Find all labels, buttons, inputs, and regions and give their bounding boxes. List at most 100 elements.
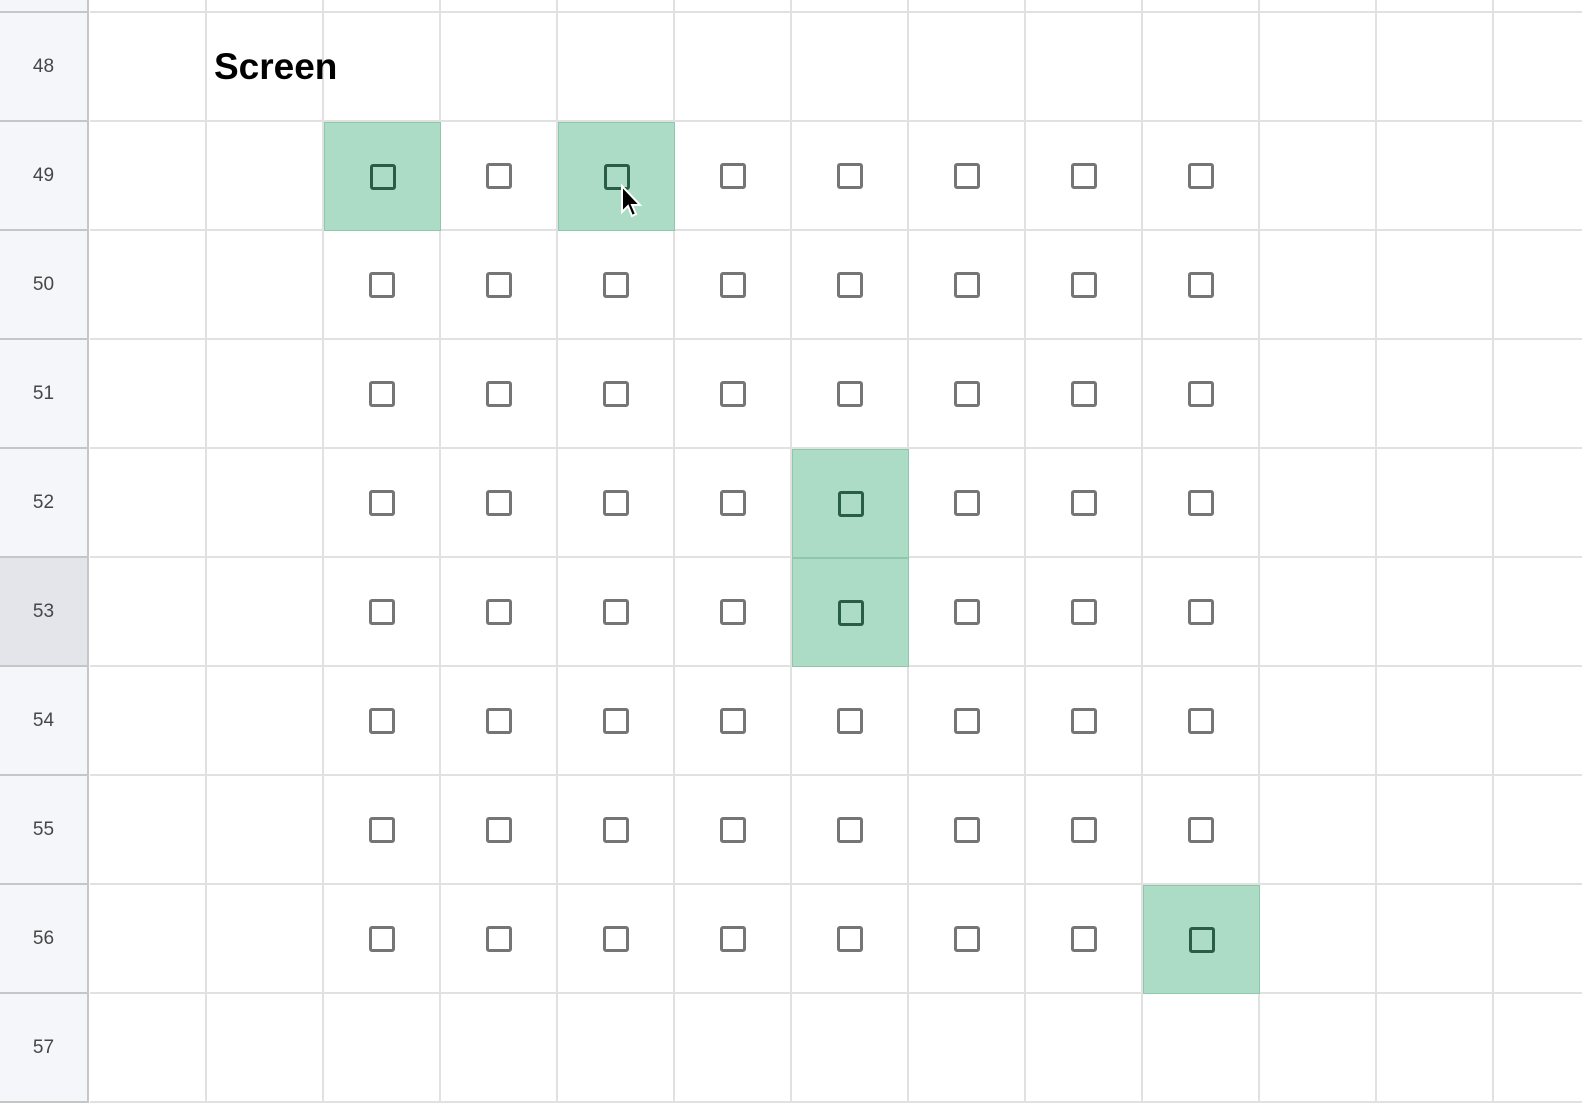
cell[interactable] [1494,0,1582,13]
checkbox[interactable] [1070,707,1097,734]
cell[interactable] [441,231,558,340]
checkbox[interactable] [836,707,863,734]
highlighted-cell[interactable] [324,122,441,231]
checkbox[interactable] [1070,925,1097,952]
cell[interactable] [909,231,1026,340]
cell[interactable] [1260,0,1377,13]
cell[interactable] [207,667,324,776]
checkbox[interactable] [836,816,863,843]
cell[interactable] [1026,994,1143,1103]
checkbox[interactable] [485,162,512,189]
checkbox[interactable] [953,816,980,843]
checkbox[interactable] [368,380,395,407]
highlighted-cell[interactable] [1143,885,1260,994]
cell[interactable] [1377,122,1494,231]
checkbox[interactable] [602,598,629,625]
cell[interactable] [792,231,909,340]
checkbox[interactable] [1187,489,1214,516]
cell[interactable] [1494,776,1582,885]
cell[interactable] [207,231,324,340]
cell[interactable] [558,340,675,449]
cell[interactable] [441,0,558,13]
cell[interactable] [909,667,1026,776]
cell[interactable] [1260,667,1377,776]
cell[interactable] [90,994,207,1103]
checkbox[interactable] [368,271,395,298]
checkbox[interactable] [1187,162,1214,189]
cell[interactable] [90,0,207,13]
cell[interactable] [441,667,558,776]
cell[interactable] [1143,994,1260,1103]
checkbox[interactable] [836,162,863,189]
cell[interactable] [90,449,207,558]
cell[interactable] [90,122,207,231]
highlighted-cell[interactable] [558,122,675,231]
cell[interactable] [1143,231,1260,340]
checkbox[interactable] [837,599,864,626]
row-header-53[interactable]: 53 [0,558,89,667]
highlighted-cell[interactable] [792,558,909,667]
cell[interactable] [1494,122,1582,231]
checkbox[interactable] [1070,598,1097,625]
checkbox[interactable] [953,489,980,516]
checkbox[interactable] [368,489,395,516]
cell[interactable] [909,558,1026,667]
checkbox[interactable] [602,489,629,516]
cell[interactable] [675,776,792,885]
cell[interactable] [1377,13,1494,122]
cell[interactable] [675,13,792,122]
cell[interactable] [1377,340,1494,449]
checkbox[interactable] [602,816,629,843]
cell[interactable] [324,231,441,340]
checkbox[interactable] [368,925,395,952]
cell[interactable] [90,558,207,667]
cell[interactable] [1377,885,1494,994]
cell[interactable] [441,340,558,449]
cell[interactable] [909,122,1026,231]
checkbox[interactable] [1187,380,1214,407]
checkbox[interactable] [953,380,980,407]
cell[interactable] [207,122,324,231]
cell[interactable] [1026,13,1143,122]
cell[interactable] [1143,558,1260,667]
cell[interactable] [90,776,207,885]
checkbox[interactable] [719,816,746,843]
cell[interactable] [558,13,675,122]
checkbox[interactable] [485,489,512,516]
row-header-55[interactable]: 55 [0,776,89,885]
cell[interactable] [1377,776,1494,885]
cell[interactable] [1260,231,1377,340]
cell[interactable] [909,340,1026,449]
cell[interactable] [324,776,441,885]
cell[interactable] [1026,558,1143,667]
cell[interactable] [207,776,324,885]
cell[interactable] [1143,0,1260,13]
cell[interactable] [1494,885,1582,994]
cell[interactable] [1494,449,1582,558]
cell[interactable] [1260,449,1377,558]
cell[interactable] [324,667,441,776]
cell[interactable] [792,0,909,13]
cell[interactable] [1494,13,1582,122]
cell[interactable] [441,449,558,558]
checkbox[interactable] [368,707,395,734]
cell[interactable] [324,885,441,994]
cell[interactable] [324,13,441,122]
checkbox[interactable] [602,707,629,734]
cell[interactable] [558,449,675,558]
cell[interactable] [1377,0,1494,13]
checkbox[interactable] [836,380,863,407]
checkbox[interactable] [719,707,746,734]
checkbox[interactable] [836,271,863,298]
cell[interactable] [792,122,909,231]
cell[interactable] [909,0,1026,13]
checkbox[interactable] [485,271,512,298]
cell[interactable] [1026,340,1143,449]
row-header-51[interactable]: 51 [0,340,89,449]
cell[interactable] [909,449,1026,558]
cell[interactable] [1026,667,1143,776]
row-header-partial[interactable] [0,0,89,13]
cell[interactable] [1143,667,1260,776]
cell[interactable] [675,994,792,1103]
cell[interactable] [675,122,792,231]
